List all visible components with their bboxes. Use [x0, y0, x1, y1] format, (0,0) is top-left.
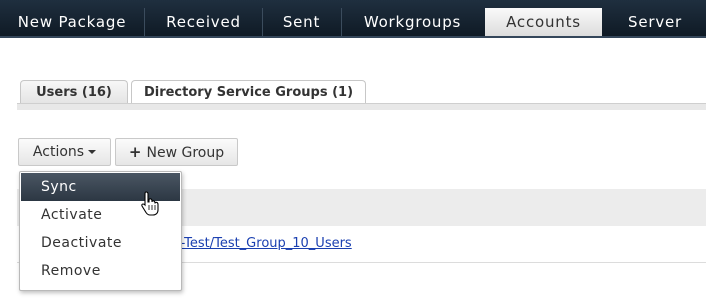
nav-tab-sent[interactable]: Sent	[263, 8, 340, 36]
menu-item-deactivate[interactable]: Deactivate	[21, 229, 180, 257]
nav-tab-workgroups[interactable]: Workgroups	[342, 8, 483, 36]
tab-users[interactable]: Users (16)	[20, 80, 128, 105]
caret-down-icon	[88, 150, 97, 154]
hand-pointer-icon	[141, 191, 159, 216]
top-navigation: New Package Received Sent Workgroups Acc…	[0, 0, 706, 38]
actions-button-label: Actions	[32, 144, 85, 160]
plus-icon: +	[128, 143, 142, 161]
menu-item-remove[interactable]: Remove	[21, 257, 180, 285]
nav-tab-server[interactable]: Server	[604, 8, 706, 36]
nav-tab-accounts[interactable]: Accounts	[485, 8, 602, 36]
group-name-link[interactable]: A-Test/Test_Group_10_Users	[172, 236, 352, 251]
nav-tab-received[interactable]: Received	[146, 8, 261, 36]
new-group-button[interactable]: + New Group	[115, 138, 238, 166]
actions-button[interactable]: Actions	[18, 138, 111, 166]
nav-tab-new-package[interactable]: New Package	[2, 8, 142, 36]
nav-separator	[144, 8, 145, 36]
actions-dropdown-menu: Sync Activate Deactivate Remove	[19, 171, 182, 291]
new-group-button-label: New Group	[146, 145, 225, 161]
tab-strip-border	[17, 103, 706, 110]
